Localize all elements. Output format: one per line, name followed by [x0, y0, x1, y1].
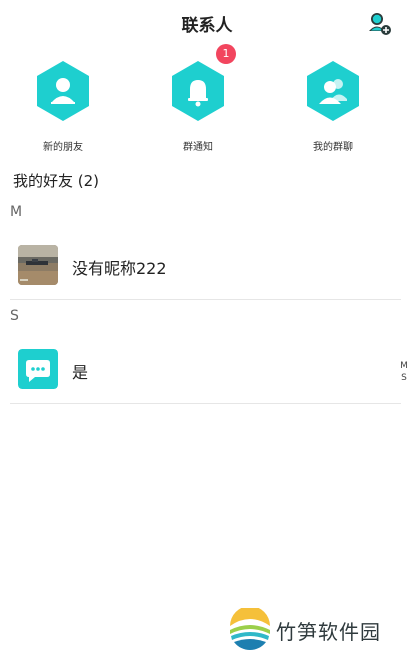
group-notice-button[interactable]: 1 群通知	[148, 44, 248, 158]
contact-row[interactable]: 没有昵称222	[10, 224, 401, 300]
quick-actions: 新的朋友 1 群通知 我的群聊	[0, 44, 414, 158]
page-title: 联系人	[181, 16, 233, 36]
friends-count-label: 我的好友 (2)	[13, 172, 100, 190]
contact-name: 是	[72, 363, 89, 382]
new-friends-label: 新的朋友	[43, 142, 83, 153]
index-letter-m[interactable]: M	[398, 360, 410, 372]
contact-avatar	[18, 245, 58, 285]
group-icon	[307, 61, 359, 121]
new-friends-button[interactable]: 新的朋友	[13, 58, 113, 158]
contact-avatar	[18, 349, 58, 389]
add-friend-button[interactable]	[366, 10, 392, 36]
my-groups-button[interactable]: 我的群聊	[283, 58, 383, 158]
photo-avatar	[18, 245, 58, 285]
contact-row[interactable]: 是	[10, 328, 401, 404]
notification-badge: 1	[216, 44, 236, 64]
alphabet-index-bar[interactable]: M S	[398, 360, 410, 384]
app-header: 联系人	[0, 0, 414, 44]
my-groups-label: 我的群聊	[313, 142, 353, 153]
bell-icon	[172, 61, 224, 121]
user-icon	[37, 61, 89, 121]
friends-section-title: 我的好友 (2)	[0, 170, 400, 192]
chat-bubble-icon	[18, 349, 58, 389]
watermark-logo	[230, 608, 270, 650]
add-friend-icon	[369, 13, 391, 35]
group-letter-s: S	[10, 308, 19, 324]
watermark: 竹笋软件园	[228, 608, 408, 652]
contact-name: 没有昵称222	[72, 259, 167, 278]
index-letter-s[interactable]: S	[398, 372, 410, 384]
group-letter-m: M	[10, 204, 23, 220]
watermark-text: 竹笋软件园	[276, 620, 381, 644]
group-notice-label: 群通知	[183, 142, 213, 153]
